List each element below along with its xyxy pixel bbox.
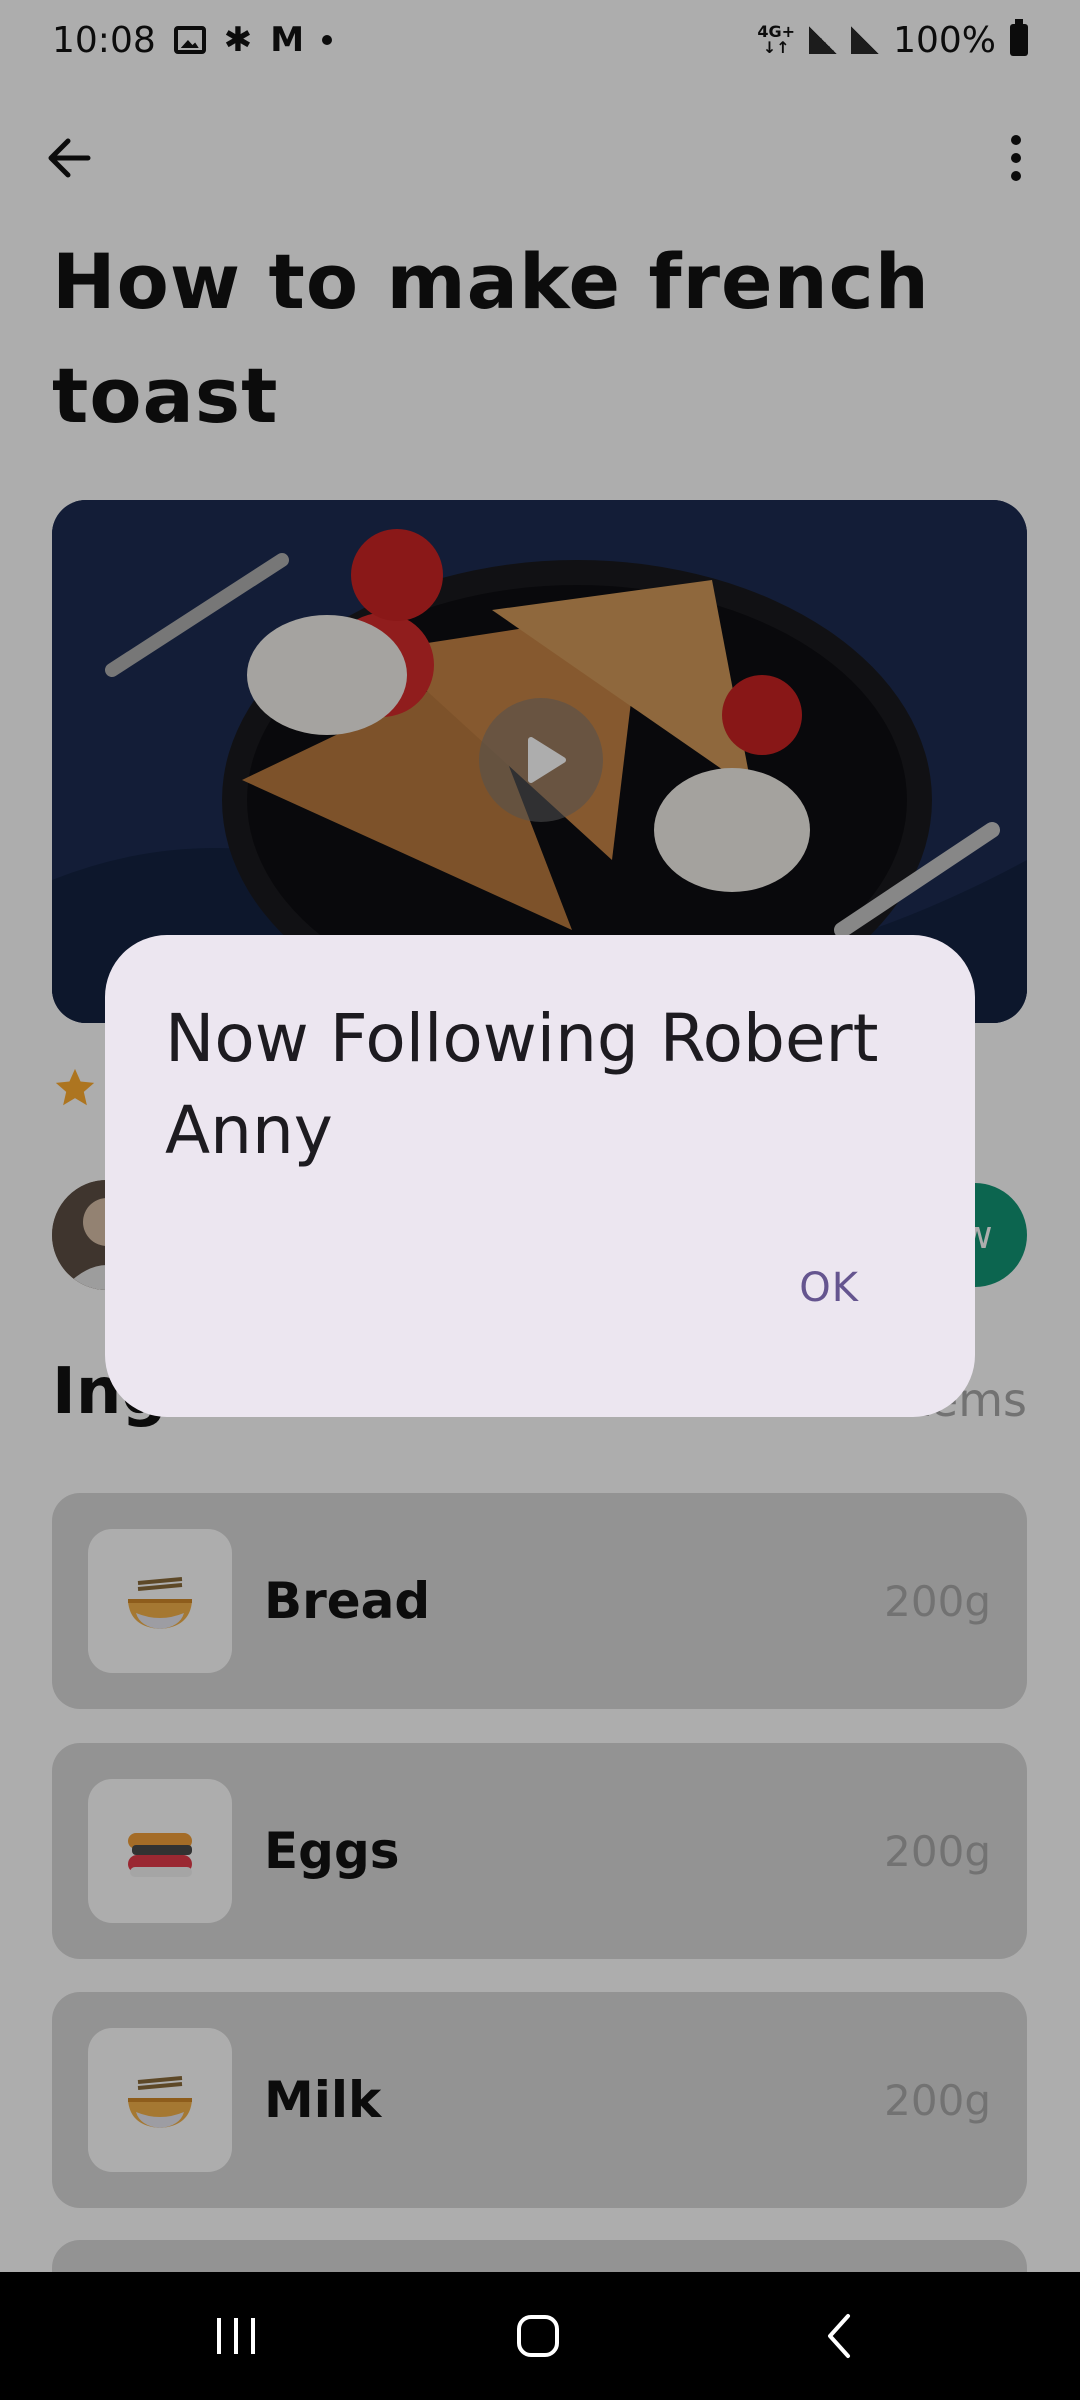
back-nav-button[interactable]	[780, 2296, 900, 2376]
dialog-title: Now Following Robert Anny	[165, 1000, 879, 1169]
recent-apps-button[interactable]	[176, 2296, 296, 2376]
chevron-left-icon	[828, 2314, 850, 2358]
home-icon	[517, 2315, 559, 2357]
recent-apps-icon	[217, 2318, 255, 2354]
system-navigation-bar	[0, 2272, 1080, 2400]
ok-button[interactable]: OK	[779, 1255, 879, 1321]
home-button[interactable]	[478, 2296, 598, 2376]
follow-confirmation-dialog: Now Following Robert Anny OK	[105, 935, 975, 1417]
